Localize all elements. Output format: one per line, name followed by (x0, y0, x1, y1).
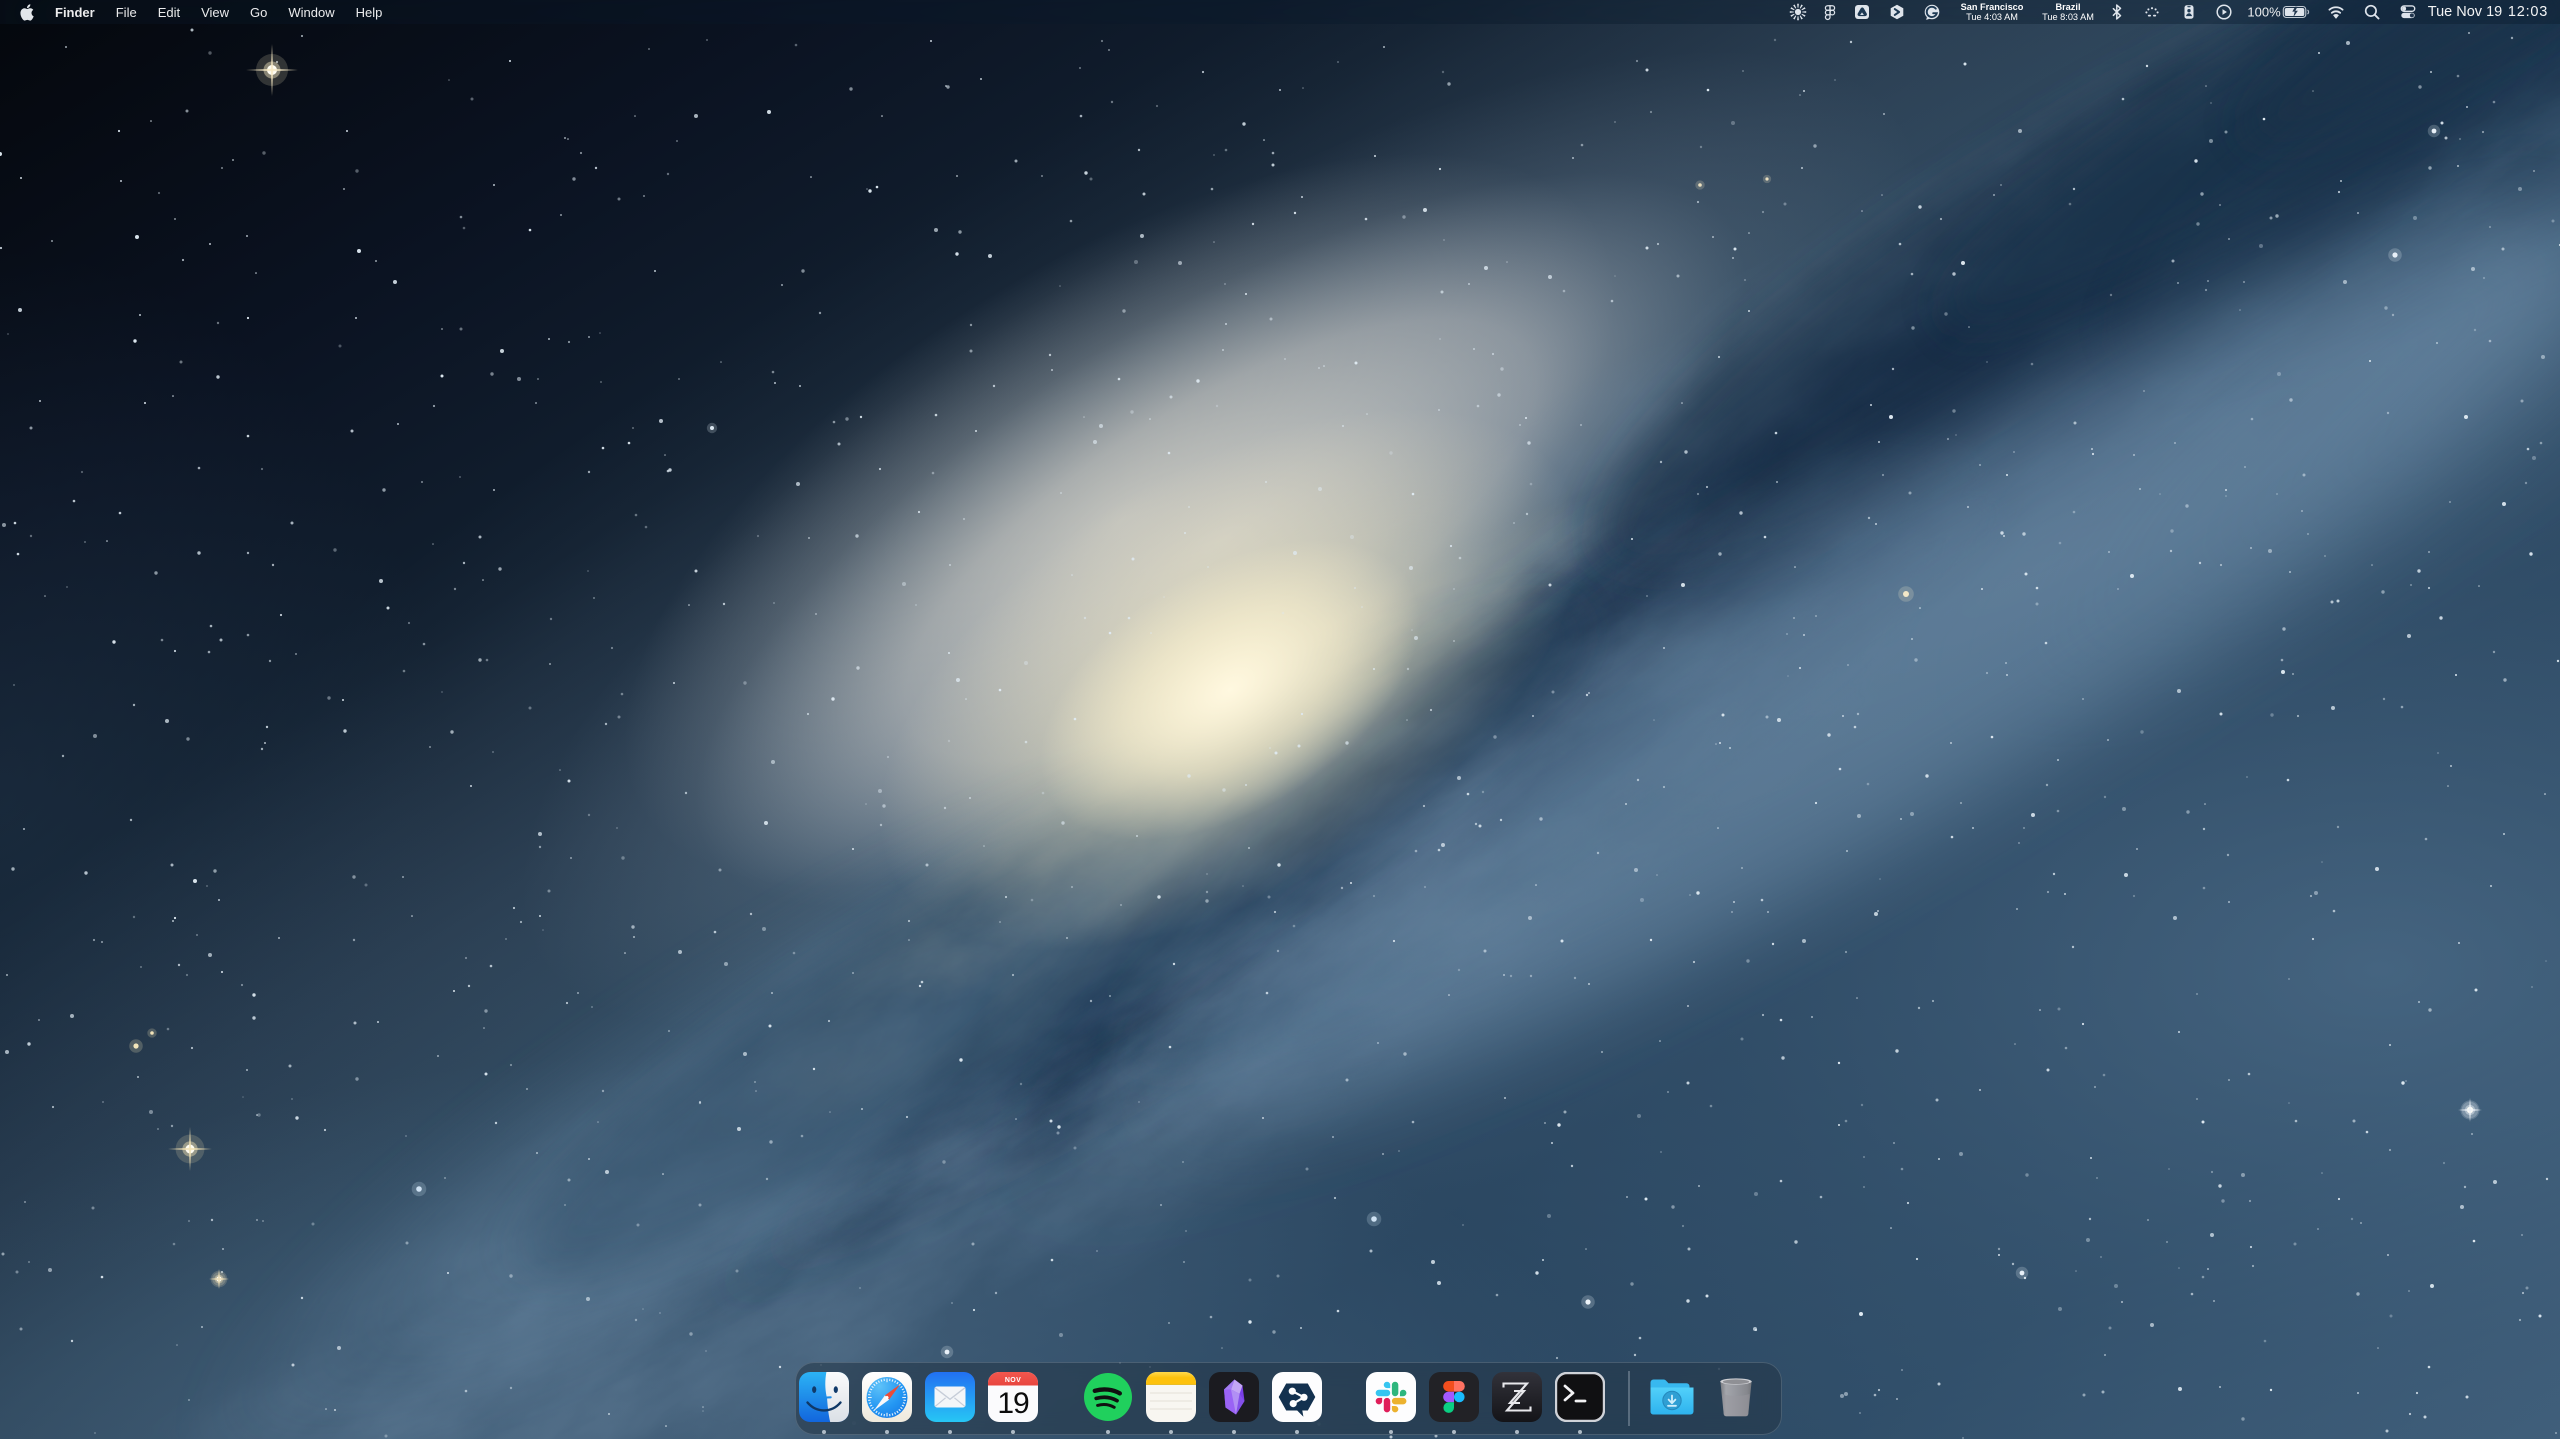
svg-text:19: 19 (997, 1387, 1029, 1420)
svg-text:NOV: NOV (1005, 1377, 1021, 1384)
